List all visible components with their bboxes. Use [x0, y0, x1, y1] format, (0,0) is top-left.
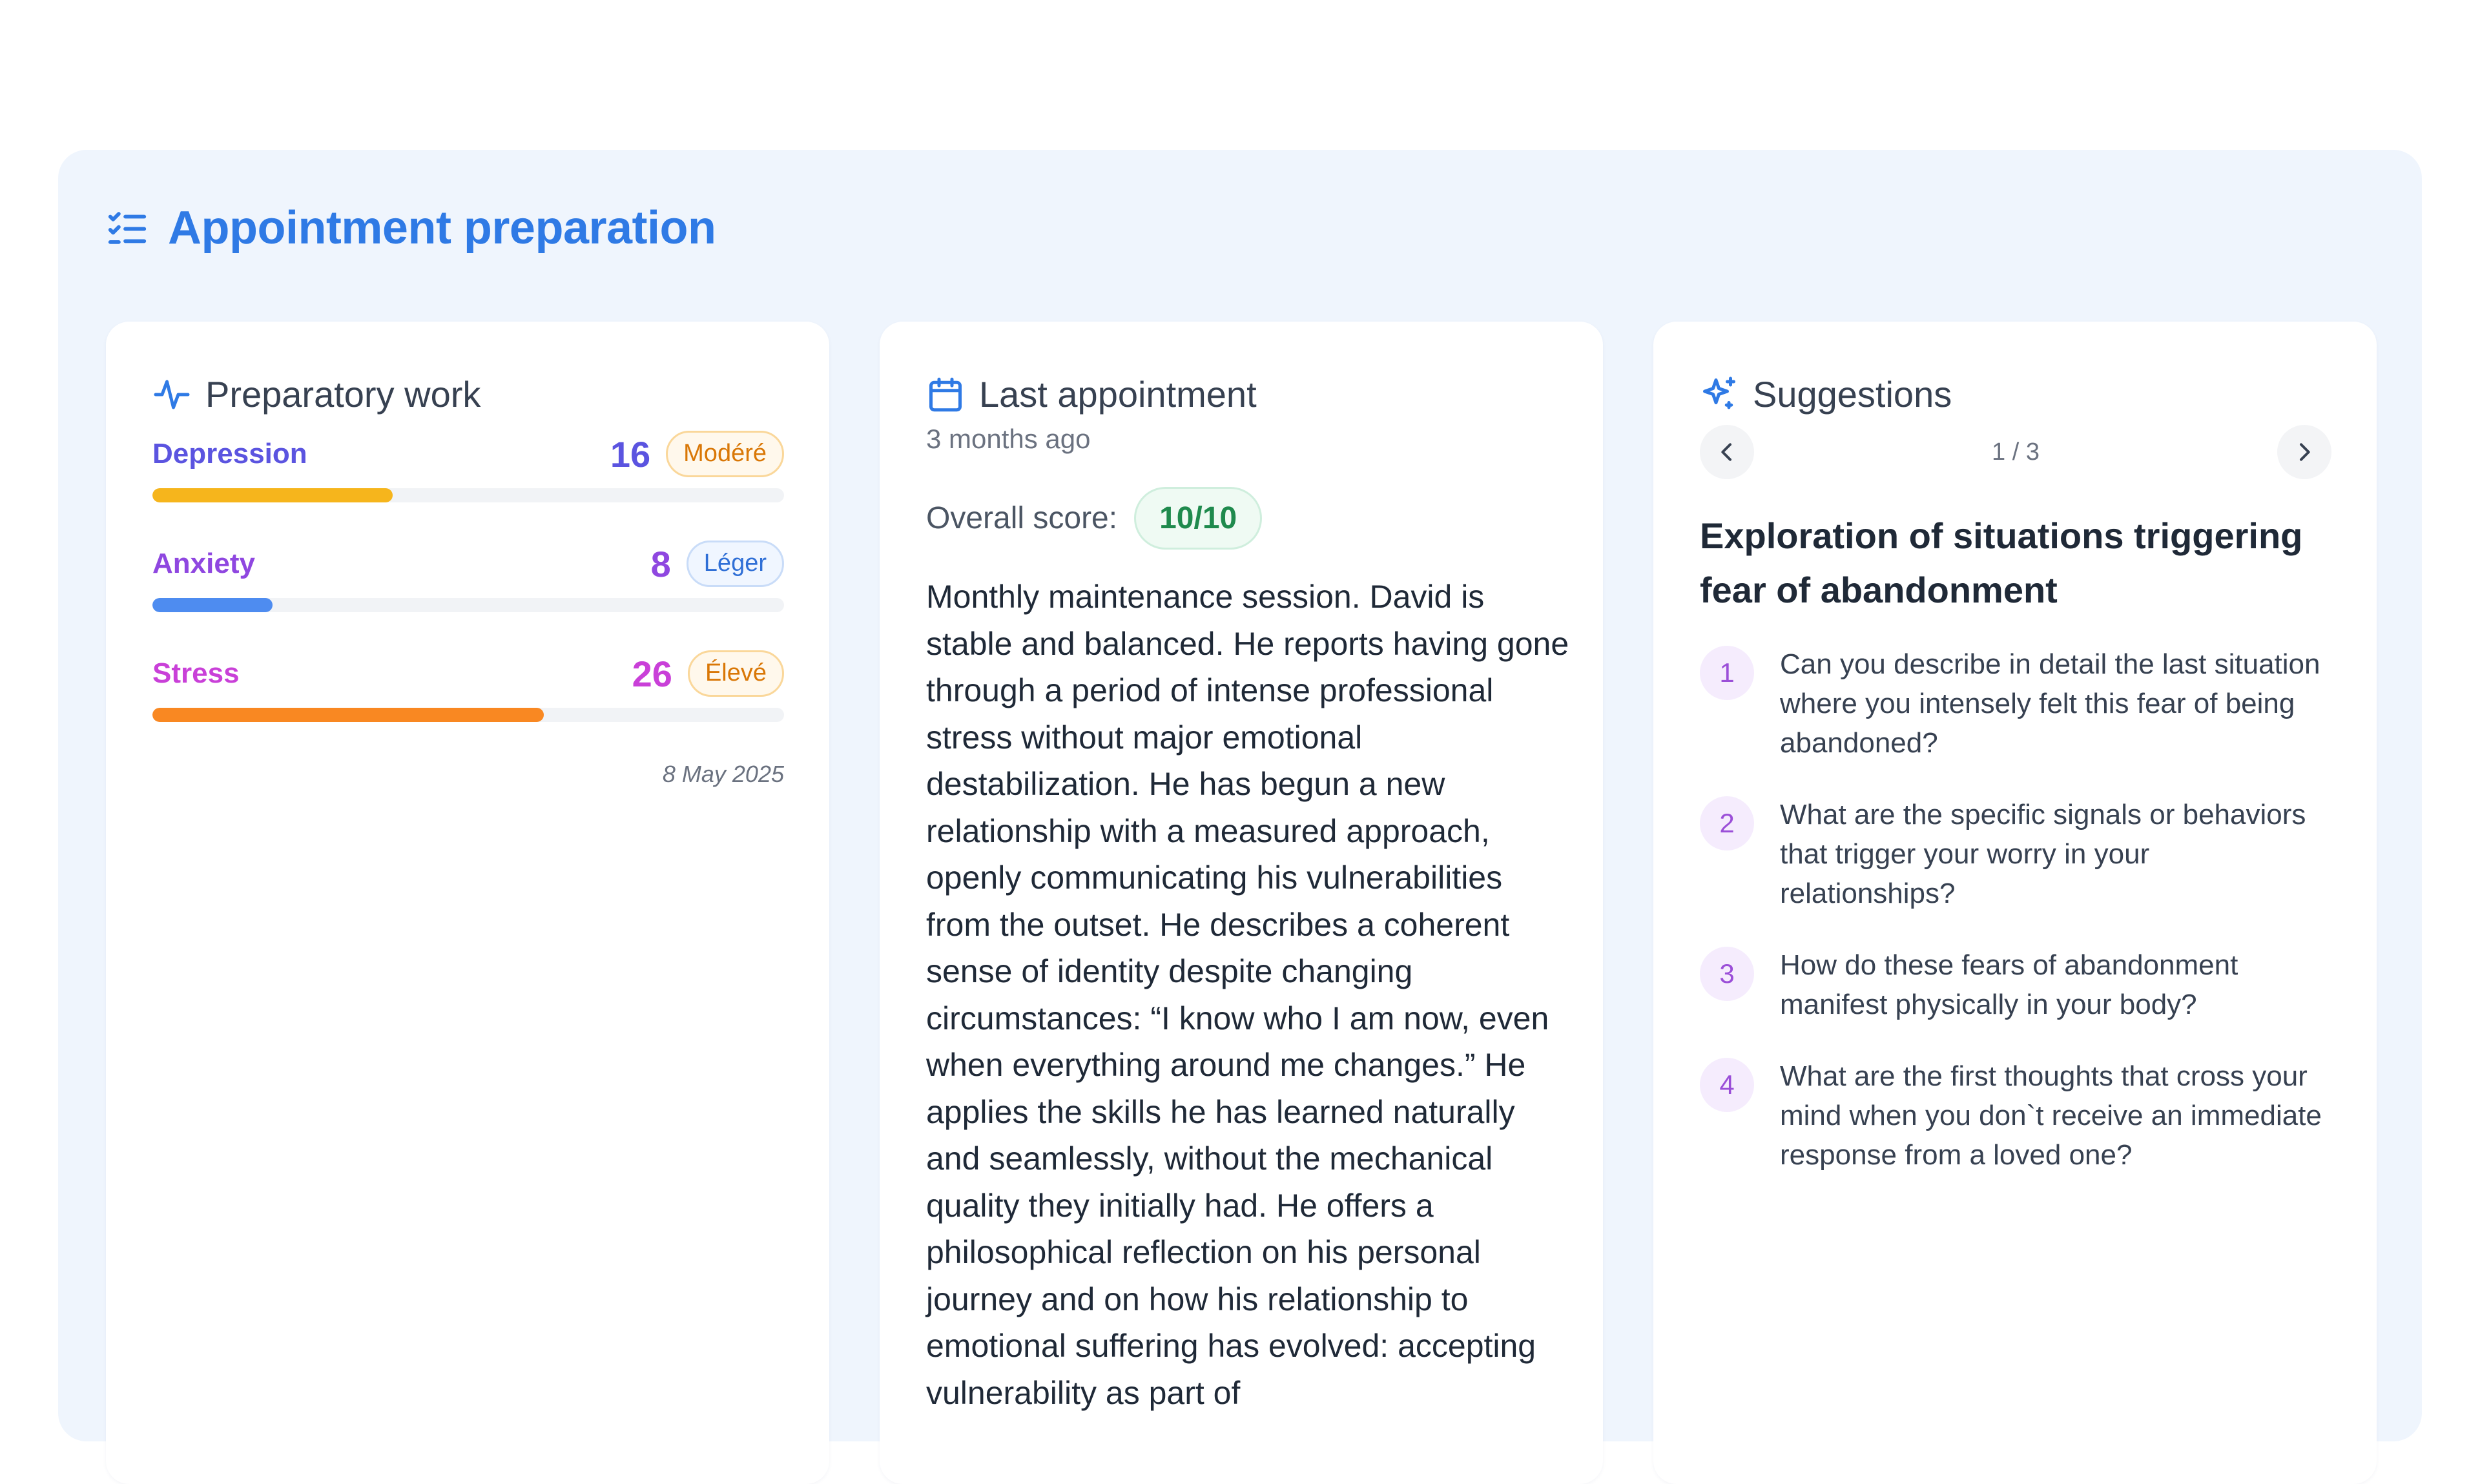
question-text: What are the first thoughts that cross y… [1780, 1060, 2322, 1171]
chevron-left-icon [1721, 443, 1731, 461]
metric-name: Depression [152, 438, 307, 469]
card-title: Suggestions [1753, 374, 1952, 415]
progress-fill [152, 488, 393, 502]
session-summary: Monthly maintenance session. David is st… [926, 579, 1569, 1411]
metric-header: Depression 16 Modéré [152, 431, 784, 477]
card-header: Last appointment [926, 373, 1257, 415]
score-badge: 10/10 [1134, 487, 1263, 550]
progress-bar [152, 598, 784, 612]
question-text: How do these fears of abandonment manife… [1780, 949, 2238, 1020]
suggestions-card: Suggestions 1 / 3 Exploration of situati… [1653, 322, 2377, 1484]
time-ago: 3 months ago [926, 424, 1091, 454]
activity-icon [154, 380, 190, 409]
metrics-list: Depression 16 Modéré Anxiety 8 Léger Stress 26 É… [152, 431, 784, 787]
card-header: Preparatory work [152, 373, 480, 415]
question-number: 3 [1700, 947, 1754, 1001]
question-number: 2 [1700, 796, 1754, 850]
metric-score: 8 [650, 543, 671, 584]
chevron-right-icon [2299, 443, 2310, 461]
page-indicator: 1 / 3 [1992, 438, 2040, 466]
card-title: Preparatory work [205, 374, 481, 415]
metric-values: 26 Élevé [632, 650, 784, 697]
progress-fill [152, 598, 273, 612]
question-list: 1 Can you describe in detail the last sit… [1700, 644, 2331, 1207]
overall-score: Overall score: 10/10 [926, 487, 1263, 550]
last-appointment-card: Last appointment 3 months ago Overall sc… [880, 322, 1603, 1484]
previous-suggestion-button[interactable] [1700, 425, 1754, 479]
question-item: 2 What are the specific signals or behavi… [1700, 795, 2331, 913]
metric-name: Anxiety [152, 548, 255, 579]
question-item: 3 How do these fears of abandonment manif… [1700, 945, 2331, 1024]
question-number: 4 [1700, 1058, 1754, 1112]
metric-anxiety: Anxiety 8 Léger [152, 541, 784, 651]
severity-badge: Élevé [687, 650, 784, 697]
appointment-preparation-panel: Appointment preparation Preparatory work… [58, 150, 2422, 1484]
page-title: Appointment preparation [168, 202, 716, 254]
assessment-date: 8 May 2025 [662, 761, 784, 787]
sparkles-icon [1703, 376, 1735, 409]
severity-badge: Modéré [666, 431, 784, 477]
progress-bar [152, 488, 784, 502]
next-suggestion-button[interactable] [2277, 425, 2331, 479]
preparatory-work-card: Preparatory work Depression 16 Modéré Anxie… [106, 322, 829, 1484]
progress-fill [152, 708, 544, 722]
question-number: 1 [1700, 646, 1754, 700]
question-text: What are the specific signals or behavio… [1780, 799, 2306, 909]
metric-values: 8 Léger [651, 541, 784, 587]
card-header: Suggestions [1700, 373, 1952, 415]
metric-header: Anxiety 8 Léger [152, 541, 784, 587]
progress-bar [152, 708, 784, 722]
suggestion-heading: Exploration of situations triggering fea… [1700, 515, 2303, 610]
metric-stress: Stress 26 Élevé [152, 650, 784, 761]
question-text: Can you describe in detail the last situ… [1780, 648, 2320, 759]
checklist-icon [108, 212, 147, 244]
metric-values: 16 Modéré [610, 431, 784, 477]
suggestion-pager: 1 / 3 [1700, 425, 2331, 479]
score-label: Overall score: [926, 501, 1118, 535]
severity-badge: Léger [686, 541, 784, 587]
card-title: Last appointment [979, 374, 1257, 415]
metric-depression: Depression 16 Modéré [152, 431, 784, 541]
metric-header: Stress 26 Élevé [152, 650, 784, 697]
panel-header: Appointment preparation [105, 201, 716, 254]
metric-score: 26 [632, 653, 672, 694]
question-item: 1 Can you describe in detail the last sit… [1700, 644, 2331, 763]
metric-score: 16 [610, 433, 651, 475]
question-item: 4 What are the first thoughts that cross … [1700, 1056, 2331, 1175]
metric-name: Stress [152, 657, 240, 689]
calendar-icon [929, 377, 962, 411]
